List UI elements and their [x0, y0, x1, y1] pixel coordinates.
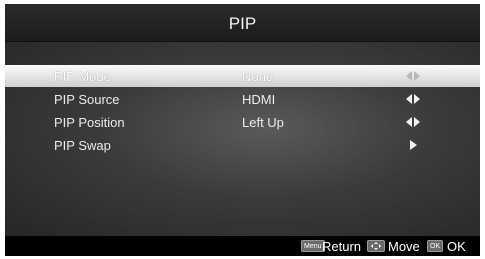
- menu-key-icon: Menu: [301, 240, 325, 252]
- menu-item-label: PIP Source: [54, 92, 120, 107]
- right-arrow-icon[interactable]: [405, 139, 421, 151]
- menu-panel: PIP Mode None PIP Source HDMI PIP Positi…: [5, 42, 480, 236]
- dpad-icon: [367, 240, 385, 252]
- menu-item-pip-source[interactable]: PIP Source HDMI: [5, 88, 480, 110]
- return-hint: Return: [322, 239, 362, 254]
- menu-item-label: PIP Mode: [54, 69, 111, 84]
- menu-item-pip-mode[interactable]: PIP Mode None: [5, 65, 480, 87]
- menu-item-value: None: [242, 69, 274, 84]
- menu-item-label: PIP Position: [54, 115, 125, 130]
- page-title: PIP: [5, 4, 480, 42]
- key-hint-bar: Menu Return Move OK OK: [5, 236, 480, 256]
- menu-item-pip-swap[interactable]: PIP Swap: [5, 134, 480, 156]
- menu-item-value: HDMI: [242, 92, 276, 107]
- move-hint: Move: [388, 239, 420, 254]
- left-right-arrows-icon[interactable]: [405, 70, 421, 82]
- left-right-arrows-icon[interactable]: [405, 116, 421, 128]
- ok-key-icon: OK: [427, 240, 444, 252]
- menu-item-pip-position[interactable]: PIP Position Left Up: [5, 111, 480, 133]
- menu-item-label: PIP Swap: [54, 138, 111, 153]
- left-right-arrows-icon[interactable]: [405, 93, 421, 105]
- osd-window: PIP PIP Mode None PIP Source HDMI PIP Po…: [5, 4, 480, 256]
- menu-item-value: Left Up: [242, 115, 284, 130]
- ok-hint: OK: [447, 239, 466, 254]
